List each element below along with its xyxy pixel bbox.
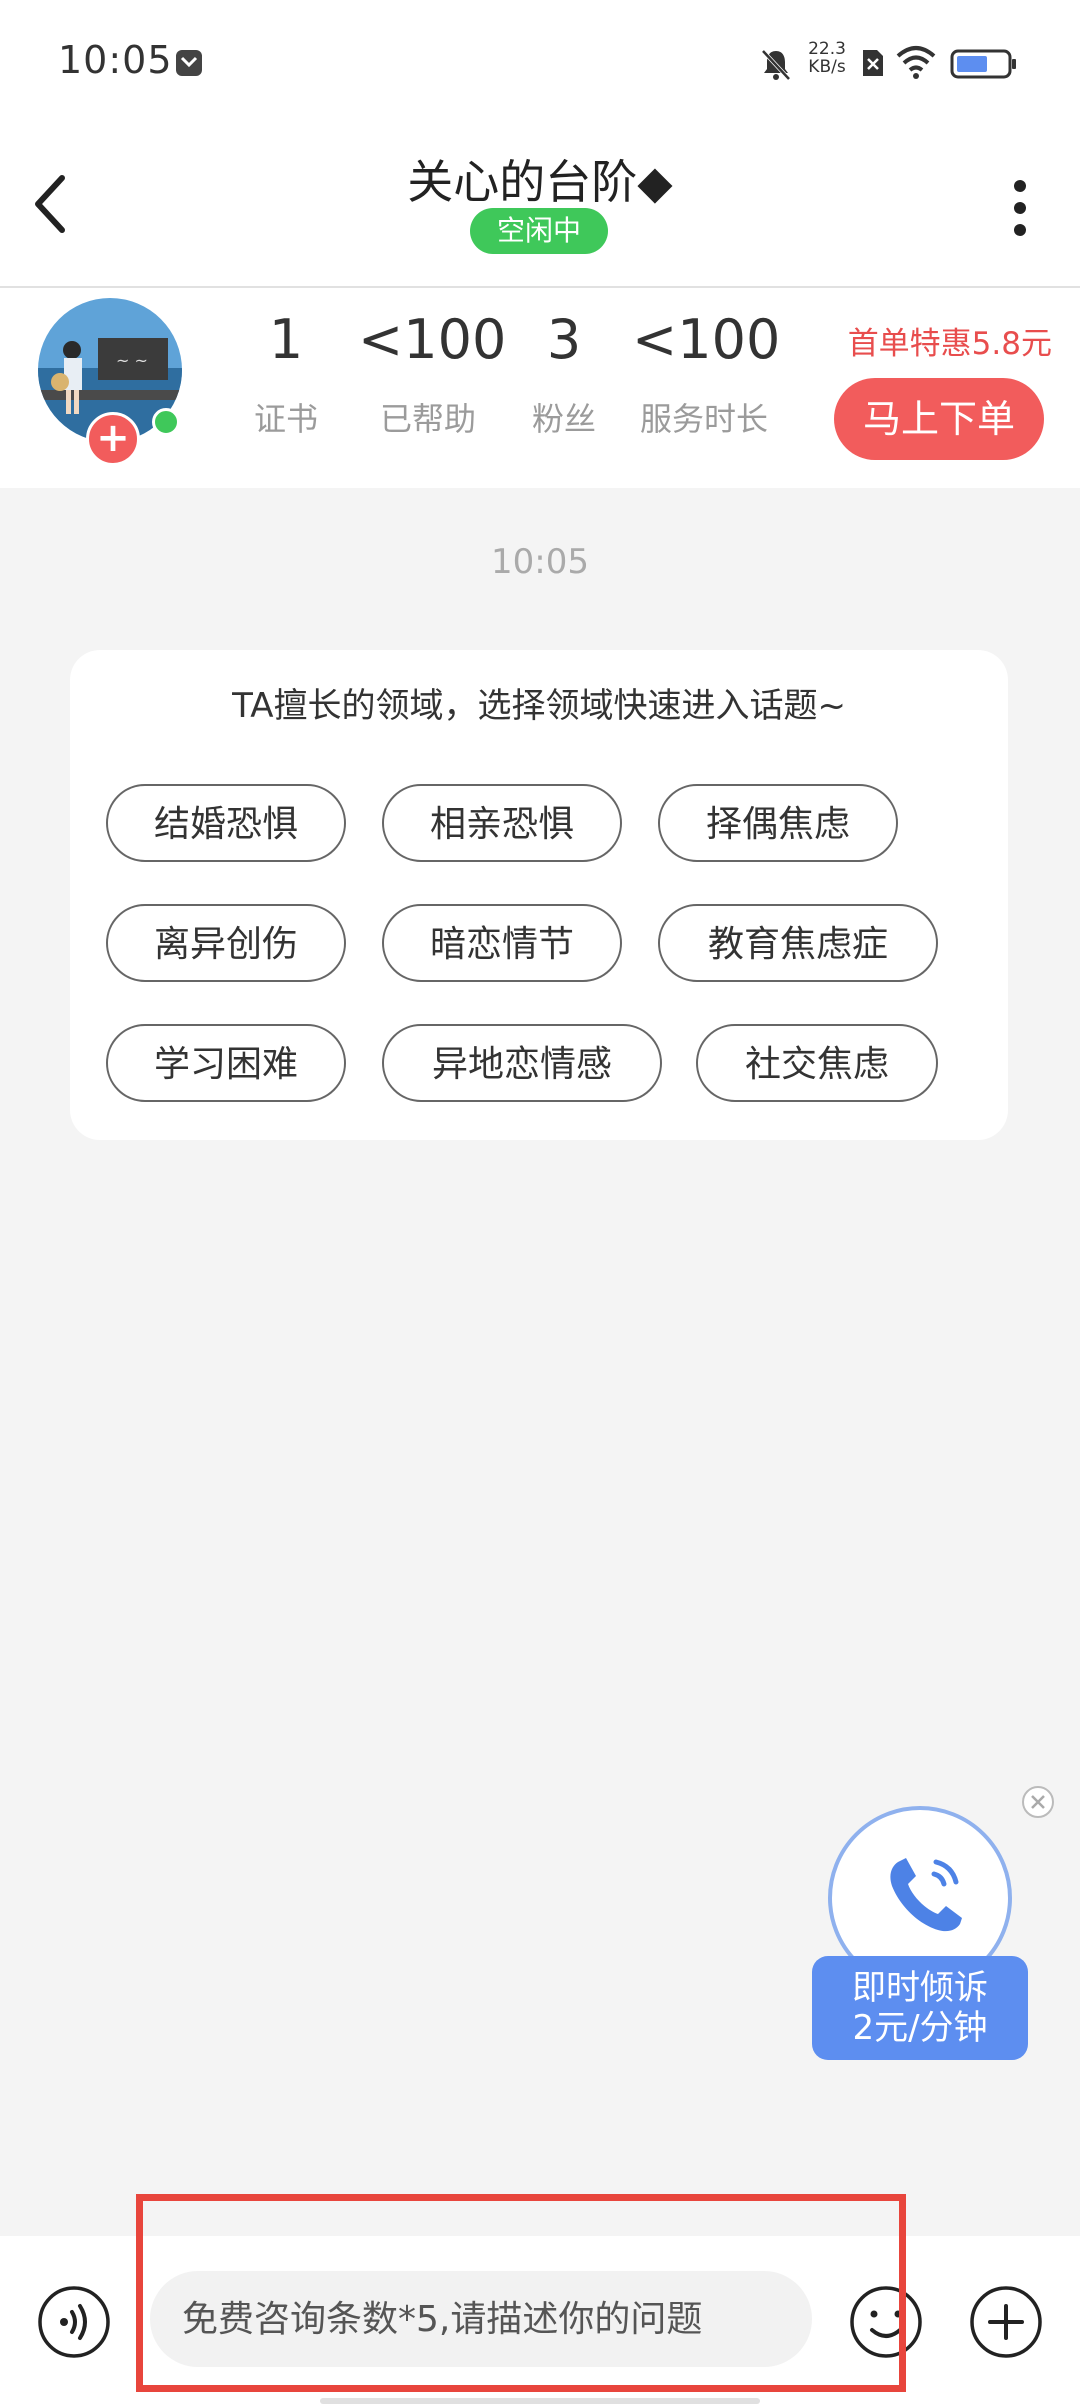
topic-chip[interactable]: 社交焦虑 <box>696 1024 938 1102</box>
stat-value: 1 <box>268 308 304 371</box>
topic-chip[interactable]: 暗恋情节 <box>382 904 622 982</box>
stat-label: 已帮助 <box>379 400 476 438</box>
add-follow-button[interactable]: + <box>86 412 140 466</box>
chat-timestamp: 10:05 <box>491 542 589 582</box>
topic-chip[interactable]: 择偶焦虑 <box>658 784 898 862</box>
wifi-icon <box>896 46 936 79</box>
first-order-promo: 首单特惠5.8元 <box>847 326 1052 362</box>
call-label[interactable]: 即时倾诉 2元/分钟 <box>812 1956 1028 2060</box>
network-speed-value: 22.3 <box>808 39 846 59</box>
svg-text:~ ~: ~ ~ <box>116 351 148 370</box>
topic-chip[interactable]: 相亲恐惧 <box>382 784 622 862</box>
call-label-title: 即时倾诉 <box>852 1968 988 2008</box>
title-bar: 关心的台阶◆ 空闲中 <box>0 128 1080 288</box>
message-notification-icon <box>176 50 202 76</box>
close-icon[interactable] <box>1020 1784 1056 1820</box>
stat-label: 粉丝 <box>531 400 596 438</box>
call-label-price: 2元/分钟 <box>852 2008 988 2048</box>
topic-chip[interactable]: 结婚恐惧 <box>106 784 346 862</box>
no-sim-icon <box>863 50 883 76</box>
battery-icon <box>950 49 1016 79</box>
emoji-icon[interactable] <box>848 2284 924 2360</box>
stat-label: 服务时长 <box>639 400 768 438</box>
topic-chip[interactable]: 学习困难 <box>106 1024 346 1102</box>
message-input[interactable] <box>150 2271 812 2367</box>
network-speed: 22.3 KB/s <box>802 40 852 76</box>
stat-value: <100 <box>632 308 781 371</box>
more-options-icon[interactable] <box>1000 168 1040 248</box>
mute-bell-icon <box>761 49 791 81</box>
online-indicator <box>152 408 180 436</box>
topic-chip[interactable]: 异地恋情感 <box>382 1024 662 1102</box>
profile-bar: ~ ~ + 1 证书 <100 已帮助 3 粉丝 <100 服务时长 首单特惠5… <box>0 288 1080 488</box>
stat-fans: 3 粉丝 <box>524 308 604 440</box>
topic-card-title: TA擅长的领域，选择领域快速进入话题~ <box>232 686 846 726</box>
input-bar <box>0 2236 1080 2408</box>
status-bar: 10:05 22.3 KB/s <box>0 0 1080 128</box>
page-title: 关心的台阶◆ <box>407 155 673 209</box>
topic-card: TA擅长的领域，选择领域快速进入话题~ 结婚恐惧 相亲恐惧 择偶焦虑 离异创伤 … <box>70 650 1008 1140</box>
network-speed-unit: KB/s <box>808 57 846 77</box>
topic-chip[interactable]: 离异创伤 <box>106 904 346 982</box>
phone-icon <box>890 1858 962 1932</box>
stat-service-hours: <100 服务时长 <box>632 308 781 440</box>
stat-value: <100 <box>358 308 507 371</box>
stat-label: 证书 <box>253 400 318 438</box>
stat-certificates: 1 证书 <box>246 308 326 440</box>
status-time: 10:05 <box>58 38 173 82</box>
home-indicator <box>320 2398 760 2404</box>
status-badge: 空闲中 <box>470 208 608 254</box>
voice-input-icon[interactable] <box>36 2284 112 2360</box>
topic-chip[interactable]: 教育焦虑症 <box>658 904 938 982</box>
order-now-button[interactable]: 马上下单 <box>834 378 1044 460</box>
chat-page: 10:05 22.3 KB/s 关心的台阶◆ 空闲中 ~ ~ + 1 证书 <1… <box>0 0 1080 2408</box>
plus-icon[interactable] <box>968 2284 1044 2360</box>
stat-helped: <100 已帮助 <box>358 308 507 440</box>
stat-value: 3 <box>546 308 582 371</box>
